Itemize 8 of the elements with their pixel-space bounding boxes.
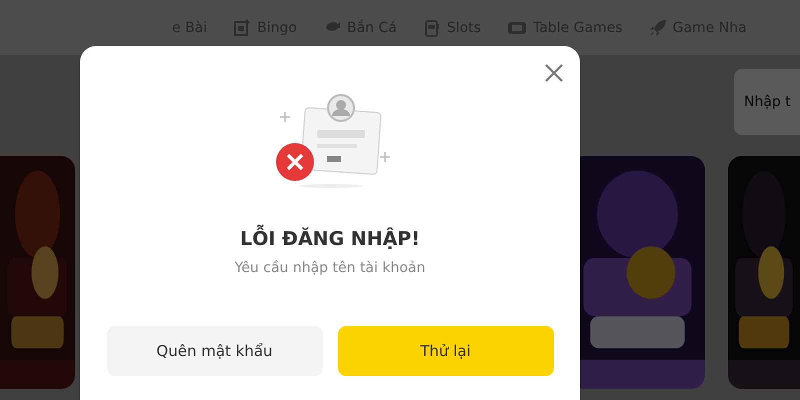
- rocket-icon: [648, 18, 667, 36]
- retry-button[interactable]: Thử lại: [338, 326, 554, 376]
- forgot-password-button[interactable]: Quên mật khẩu: [106, 326, 322, 376]
- close-icon[interactable]: [544, 63, 564, 83]
- search-field[interactable]: Nhập t: [734, 69, 800, 135]
- dialog-message: Yêu cầu nhập tên tài khoản: [234, 260, 426, 276]
- board-icon: [233, 18, 252, 36]
- slot-machine-icon: [422, 18, 441, 36]
